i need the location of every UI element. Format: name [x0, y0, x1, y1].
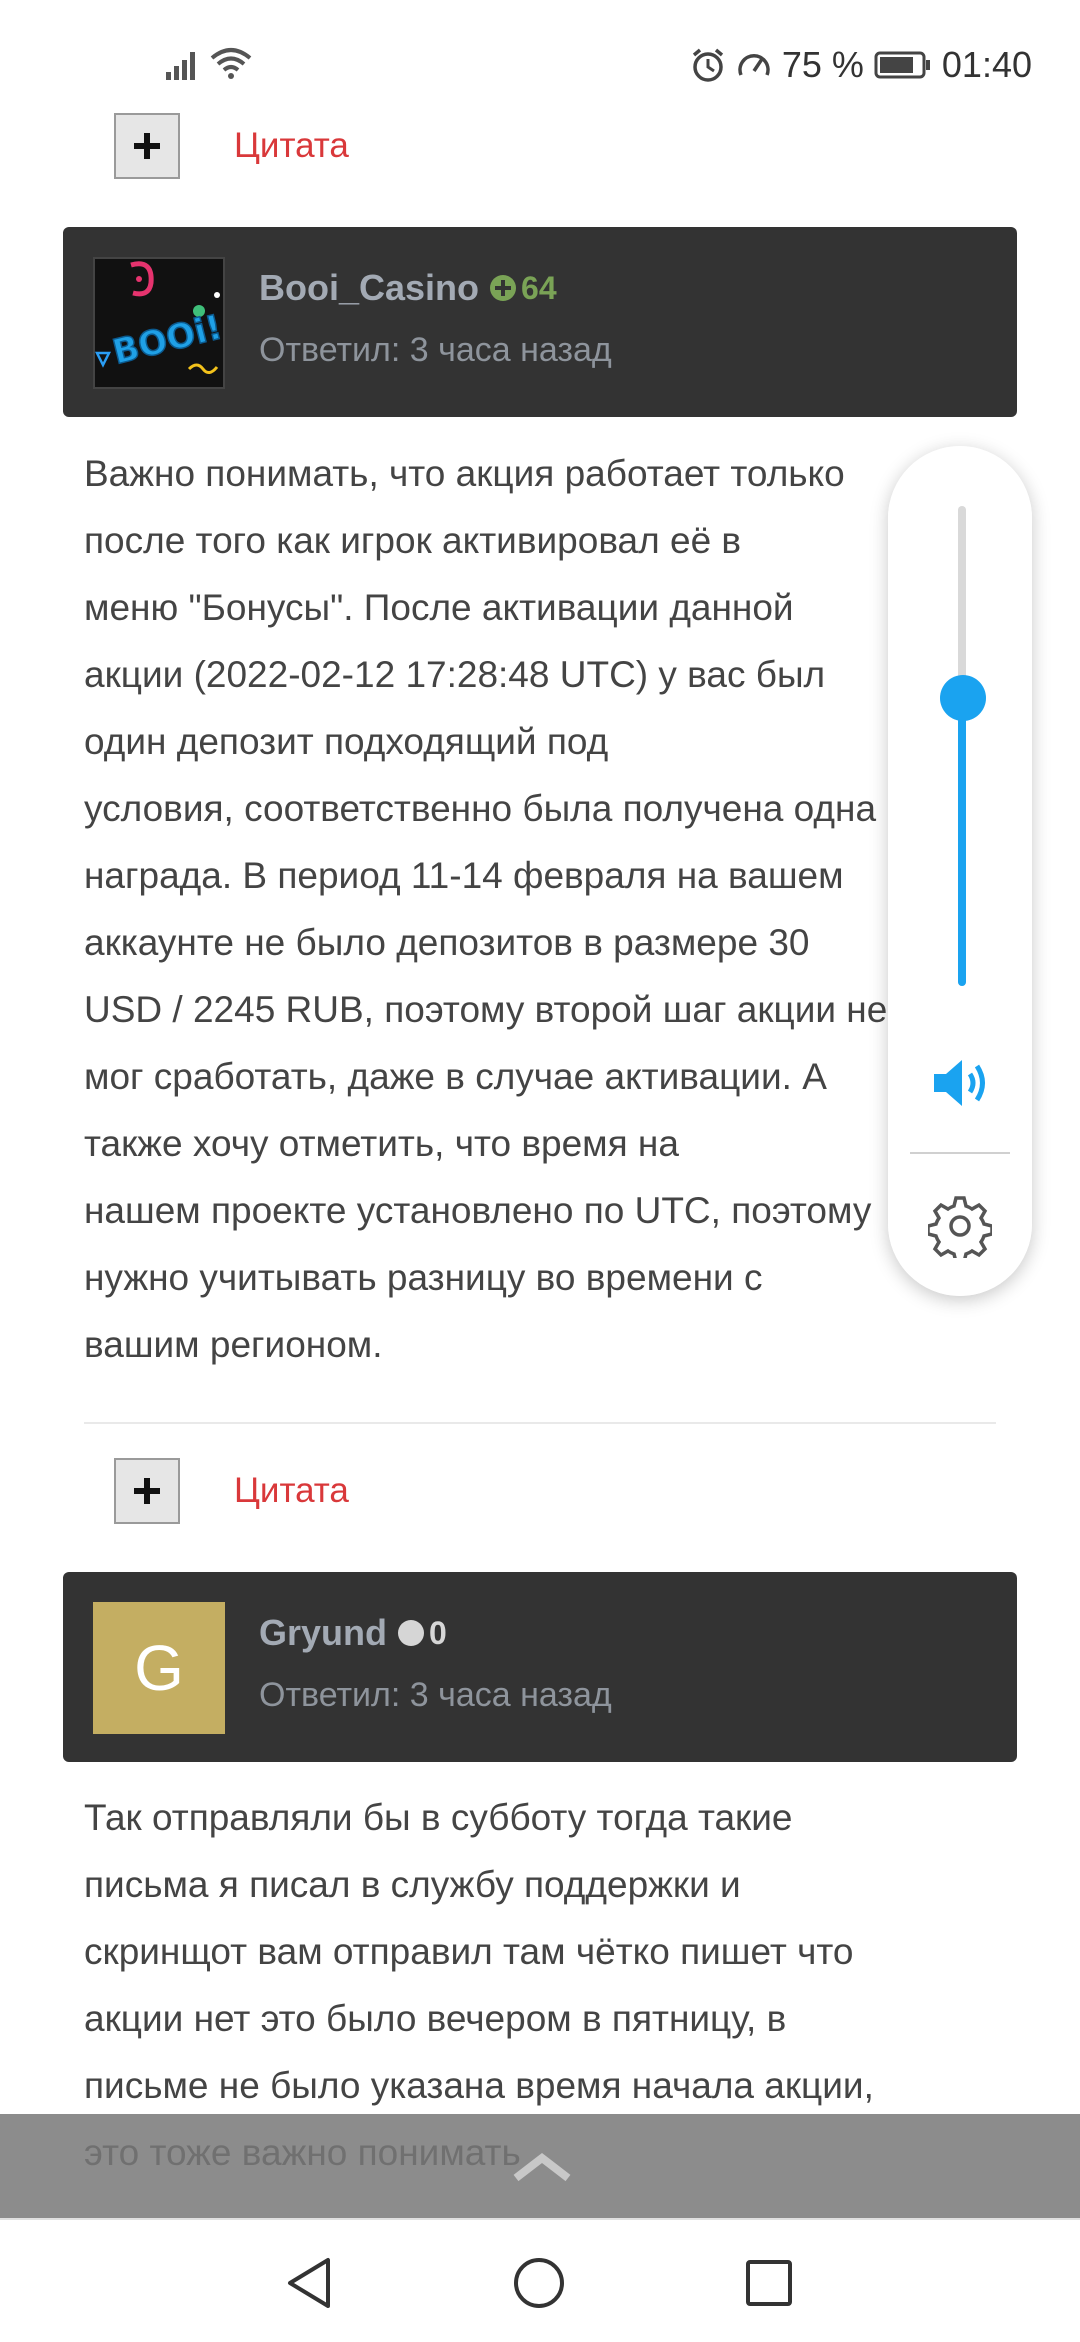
signal-icon [166, 52, 195, 80]
avatar[interactable]: G [93, 1602, 225, 1734]
post-text-line: Важно понимать, что акция работает тольк… [84, 453, 845, 494]
speaker-icon[interactable] [930, 1056, 992, 1110]
post-text-line: аккаунте не было депозитов в размере 30 [84, 922, 810, 963]
quote-add-button[interactable] [114, 113, 180, 179]
post-text-line: также хочу отметить, что время на [84, 1123, 679, 1164]
recents-icon[interactable] [744, 2256, 794, 2310]
post-body: Важно понимать, что акция работает тольк… [84, 440, 1004, 1378]
post-text-line: USD / 2245 RUB, поэтому второй шаг акции… [84, 989, 888, 1030]
volume-slider-thumb[interactable] [940, 675, 986, 721]
post-text-line: акции (2022-02-12 17:28:48 UTC) у вас бы… [84, 654, 826, 695]
avatar-letter: G [134, 1632, 184, 1704]
post-text-line: письма я писал в службу поддержки и [84, 1864, 741, 1905]
post-divider [84, 1422, 996, 1424]
volume-panel [888, 446, 1032, 1296]
post-text-line: акции нет это было вечером в пятницу, в [84, 1998, 787, 2039]
reputation-score: 64 [489, 270, 557, 307]
home-icon[interactable] [512, 2256, 566, 2310]
speed-icon [738, 54, 770, 76]
post-text-line: меню "Бонусы". После активации данной [84, 587, 794, 628]
neutral-dot-icon [398, 1620, 425, 1646]
username[interactable]: Gryund [259, 1612, 387, 1654]
quote-add-button[interactable] [114, 1458, 180, 1524]
post-text-line: после того как игрок активировал её в [84, 520, 742, 561]
back-icon[interactable] [284, 2256, 334, 2310]
quote-row: Цитата [114, 1455, 349, 1527]
username[interactable]: Booi_Casino [259, 267, 479, 309]
quote-link[interactable]: Цитата [234, 1471, 349, 1511]
plus-icon [134, 133, 160, 159]
post-text-line: награда. В период 11-14 февраля на вашем [84, 855, 844, 896]
post-text-line: нашем проекте установлено по UTC, поэтом… [84, 1190, 872, 1231]
wifi-icon [210, 48, 252, 79]
status-bar: 75 % 01:40 [0, 0, 1080, 110]
reply-time: Ответил: 3 часа назад [259, 1676, 612, 1714]
post-text-line: мог сработать, даже в случае активации. … [84, 1056, 827, 1097]
reputation-score: 0 [397, 1615, 447, 1652]
post-text-line: письме не было указана время начала акци… [84, 2065, 874, 2106]
plus-icon [134, 1478, 160, 1504]
battery-icon [874, 51, 930, 79]
volume-slider-track[interactable] [958, 506, 966, 986]
post-text-line: один депозит подходящий под [84, 721, 609, 762]
post-header: BOOi! Booi_Casino 64 Ответил: 3 часа наз… [63, 227, 1017, 417]
post-text-line: Так отправляли бы в субботу тогда такие [84, 1797, 793, 1838]
plus-circle-icon [490, 275, 517, 301]
reply-time: Ответил: 3 часа назад [259, 331, 612, 369]
score-value: 64 [521, 269, 557, 306]
alarm-icon [692, 48, 723, 82]
post-text-line: условия, соответственно была получена од… [84, 788, 877, 829]
post-text-line: скринщот вам отправил там чётко пишет чт… [84, 1931, 854, 1972]
battery-percent: 75 % [781, 44, 864, 85]
volume-panel-divider [910, 1152, 1010, 1154]
post-text-line: нужно учитывать разницу во времени с [84, 1257, 763, 1298]
navigation-bar [0, 2218, 1080, 2342]
gear-icon[interactable] [928, 1194, 992, 1258]
score-value: 0 [429, 1614, 447, 1651]
quote-row: Цитата [114, 110, 349, 182]
clock: 01:40 [941, 44, 1032, 85]
avatar[interactable]: BOOi! [93, 257, 225, 389]
quote-link[interactable]: Цитата [234, 126, 349, 166]
post-text-line: вашим регионом. [84, 1324, 383, 1365]
chevron-up-icon[interactable] [510, 2150, 574, 2184]
post-header: G Gryund 0 Ответил: 3 часа назад [63, 1572, 1017, 1762]
volume-slider-fill [958, 698, 966, 986]
